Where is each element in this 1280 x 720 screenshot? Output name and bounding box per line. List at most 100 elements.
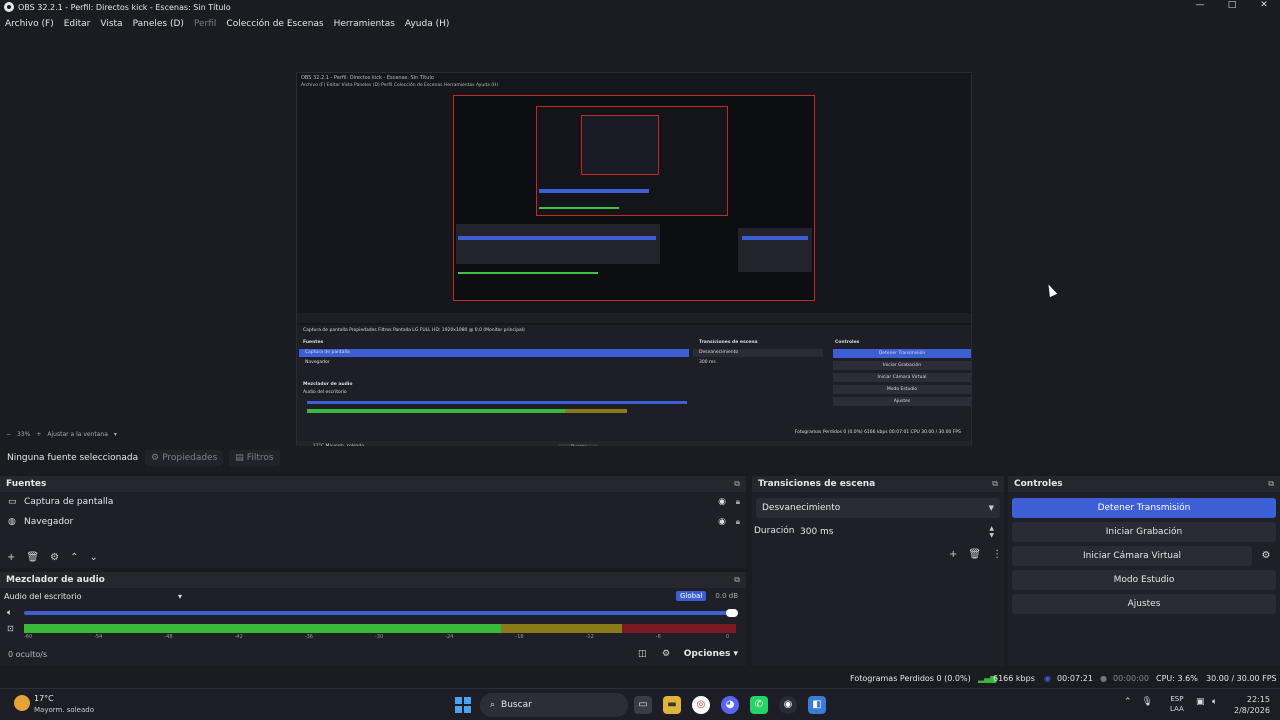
mixer-dock-header: Mezclador de audio ⧉ <box>0 572 746 588</box>
undock-icon[interactable]: ⧉ <box>1268 479 1274 489</box>
layout-icon[interactable]: ◫ <box>638 649 647 659</box>
meter-tick-label: -18 <box>515 634 524 640</box>
fps: 30.00 / 30.00 FPS <box>1206 674 1277 683</box>
move-down-icon[interactable]: ⌄ <box>89 552 97 563</box>
chrome-icon[interactable]: ◎ <box>692 696 710 714</box>
close-button[interactable]: ✕ <box>1248 0 1280 10</box>
obs-app-icon[interactable]: ◉ <box>779 696 797 714</box>
nested-meter-green <box>307 409 565 413</box>
settings-button[interactable]: Ajustes <box>1012 594 1276 614</box>
network-icon[interactable]: ▣ <box>1196 697 1205 707</box>
preview-area[interactable]: OBS 32.2.1 - Perfil: Directos kick - Esc… <box>0 34 1280 457</box>
volume-slider-handle[interactable] <box>726 609 738 617</box>
start-recording-button[interactable]: Iniciar Grabación <box>1012 522 1276 542</box>
weather-temp[interactable]: 17°C <box>34 694 54 703</box>
meter-tick-label: -60 <box>24 634 33 640</box>
meter-ticks: -60 -54 -48 -42 -36 -30 -24 -18 -12 -6 0 <box>24 634 736 642</box>
menu-herramientas[interactable]: Herramientas <box>334 19 395 29</box>
weather-condition[interactable]: Mayorm. soleado <box>34 706 94 714</box>
menu-editar[interactable]: Editar <box>64 19 91 29</box>
tray-chevron-up-icon[interactable]: ⌃ <box>1124 697 1132 707</box>
speaker-icon[interactable]: 🔈︎ <box>7 608 12 618</box>
volume-slider[interactable] <box>24 609 738 617</box>
volume-icon[interactable]: 🔈︎ <box>1212 697 1217 707</box>
source-item[interactable]: ◍ Navegador ◉ 🔒︎ <box>0 512 746 532</box>
undock-icon[interactable]: ⧉ <box>734 479 740 489</box>
lock-icon[interactable]: 🔒︎ <box>736 517 740 527</box>
clock-time: 22:15 <box>1246 695 1270 704</box>
global-badge[interactable]: Global <box>676 591 707 601</box>
studio-mode-button[interactable]: Modo Estudio <box>1012 570 1276 590</box>
undock-icon[interactable]: ⧉ <box>992 479 998 489</box>
file-explorer-icon[interactable]: ▬ <box>663 696 681 714</box>
system-clock[interactable]: 22:15 2/8/2026 <box>1234 694 1270 716</box>
menu-paneles[interactable]: Paneles (D) <box>133 19 184 29</box>
input-language[interactable]: ESP LAA <box>1170 694 1184 714</box>
zoom-out-button[interactable]: − <box>6 431 11 438</box>
lock-icon[interactable]: 🔒︎ <box>736 497 740 507</box>
menu-bar: Archivo (F) Editar Vista Paneles (D) Per… <box>0 16 454 32</box>
app-icon[interactable]: ◧ <box>808 696 826 714</box>
eye-icon[interactable]: ◉ <box>718 517 726 527</box>
add-transition-button[interactable]: + <box>949 549 957 560</box>
zoom-in-button[interactable]: + <box>36 431 41 438</box>
menu-archivo[interactable]: Archivo (F) <box>5 19 54 29</box>
eye-icon[interactable]: ◉ <box>718 497 726 507</box>
filters-button[interactable]: ▤ Filtros <box>229 450 280 466</box>
options-button[interactable]: Opciones ▾ <box>684 649 738 659</box>
os-taskbar: 17°C Mayorm. soleado ⌕ Buscar ▭ ▬ ◎ ◕ ✆ … <box>0 688 1280 720</box>
whatsapp-icon[interactable]: ✆ <box>750 696 768 714</box>
title-bar: OBS 32.2.1 - Perfil: Directos kick - Esc… <box>0 0 1280 14</box>
spin-arrows-icon[interactable]: ▲ ▼ <box>989 525 994 539</box>
task-view-icon[interactable]: ▭ <box>634 696 652 714</box>
undock-icon[interactable]: ⧉ <box>734 575 740 585</box>
stop-stream-button[interactable]: Detener Transmisión <box>1012 498 1276 518</box>
menu-vista[interactable]: Vista <box>100 19 122 29</box>
nested-docks: Captura de pantalla Propiedades Filtros … <box>297 325 971 441</box>
record-time: 00:00:00 <box>1113 674 1149 683</box>
zoom-level: 33% <box>17 430 31 438</box>
transition-select[interactable]: Desvanecimiento ▼ <box>756 498 1000 518</box>
add-source-button[interactable]: + <box>7 552 15 563</box>
properties-label: Propiedades <box>162 453 218 463</box>
meter-red <box>622 624 736 633</box>
microphone-icon[interactable]: 🎙︎ <box>1142 697 1153 707</box>
duration-input[interactable]: 300 ms ▲ ▼ <box>794 522 1000 542</box>
trash-icon[interactable]: 🗑︎ <box>26 552 39 563</box>
nested-window-title: OBS 32.2.1 - Perfil: Directos kick - Esc… <box>301 75 434 81</box>
discord-icon[interactable]: ◕ <box>721 696 739 714</box>
chevron-down-icon[interactable]: ▾ <box>114 431 117 438</box>
virtual-cam-gear-icon[interactable]: ⚙ <box>1256 546 1276 566</box>
nested-source-item-1: Captura de pantalla <box>299 349 689 357</box>
stream-icon: ◉ <box>1044 674 1051 683</box>
filters-label: Filtros <box>246 453 274 463</box>
fit-to-window-select[interactable]: Ajustar a la ventana <box>47 431 108 438</box>
nested-settings: Ajustes <box>833 397 971 406</box>
more-options-icon[interactable]: ⋮ <box>992 549 1002 560</box>
advanced-audio-gear-icon[interactable]: ⚙ <box>662 649 670 659</box>
nested-mixer-title: Mezclador de audio <box>303 382 353 387</box>
meter-green <box>24 624 502 633</box>
properties-button[interactable]: ⚙ Propiedades <box>145 450 224 466</box>
minimize-button[interactable]: — <box>1184 0 1216 10</box>
nested-selected-row <box>458 236 656 240</box>
menu-coleccion-escenas[interactable]: Colección de Escenas <box>226 19 323 29</box>
menu-perfil[interactable]: Perfil <box>194 19 217 29</box>
controls-title: Controles <box>1014 479 1063 489</box>
source-settings-gear-icon[interactable]: ⚙ <box>50 552 59 563</box>
windows-start-icon[interactable] <box>455 697 471 713</box>
track-menu-chevron-icon[interactable]: ▾ <box>178 592 182 601</box>
trash-icon[interactable]: 🗑︎ <box>968 549 981 560</box>
move-up-icon[interactable]: ⌃ <box>70 552 78 563</box>
weather-sun-icon[interactable] <box>14 695 30 711</box>
search-icon: ⌕ <box>490 700 496 710</box>
taskbar-search[interactable]: ⌕ Buscar <box>480 693 628 717</box>
monitor-toggle-icon[interactable]: ⊡ <box>7 624 14 633</box>
start-virtual-cam-button[interactable]: Iniciar Cámara Virtual <box>1012 546 1252 566</box>
source-item[interactable]: ▭ Captura de pantalla ◉ 🔒︎ <box>0 492 746 512</box>
nested-zoom-strip <box>297 313 971 323</box>
menu-ayuda[interactable]: Ayuda (H) <box>405 19 449 29</box>
nested-meter <box>539 207 619 209</box>
maximize-button[interactable]: □ <box>1216 0 1248 10</box>
system-tray: ⌃ 🎙︎ <box>1124 697 1163 707</box>
